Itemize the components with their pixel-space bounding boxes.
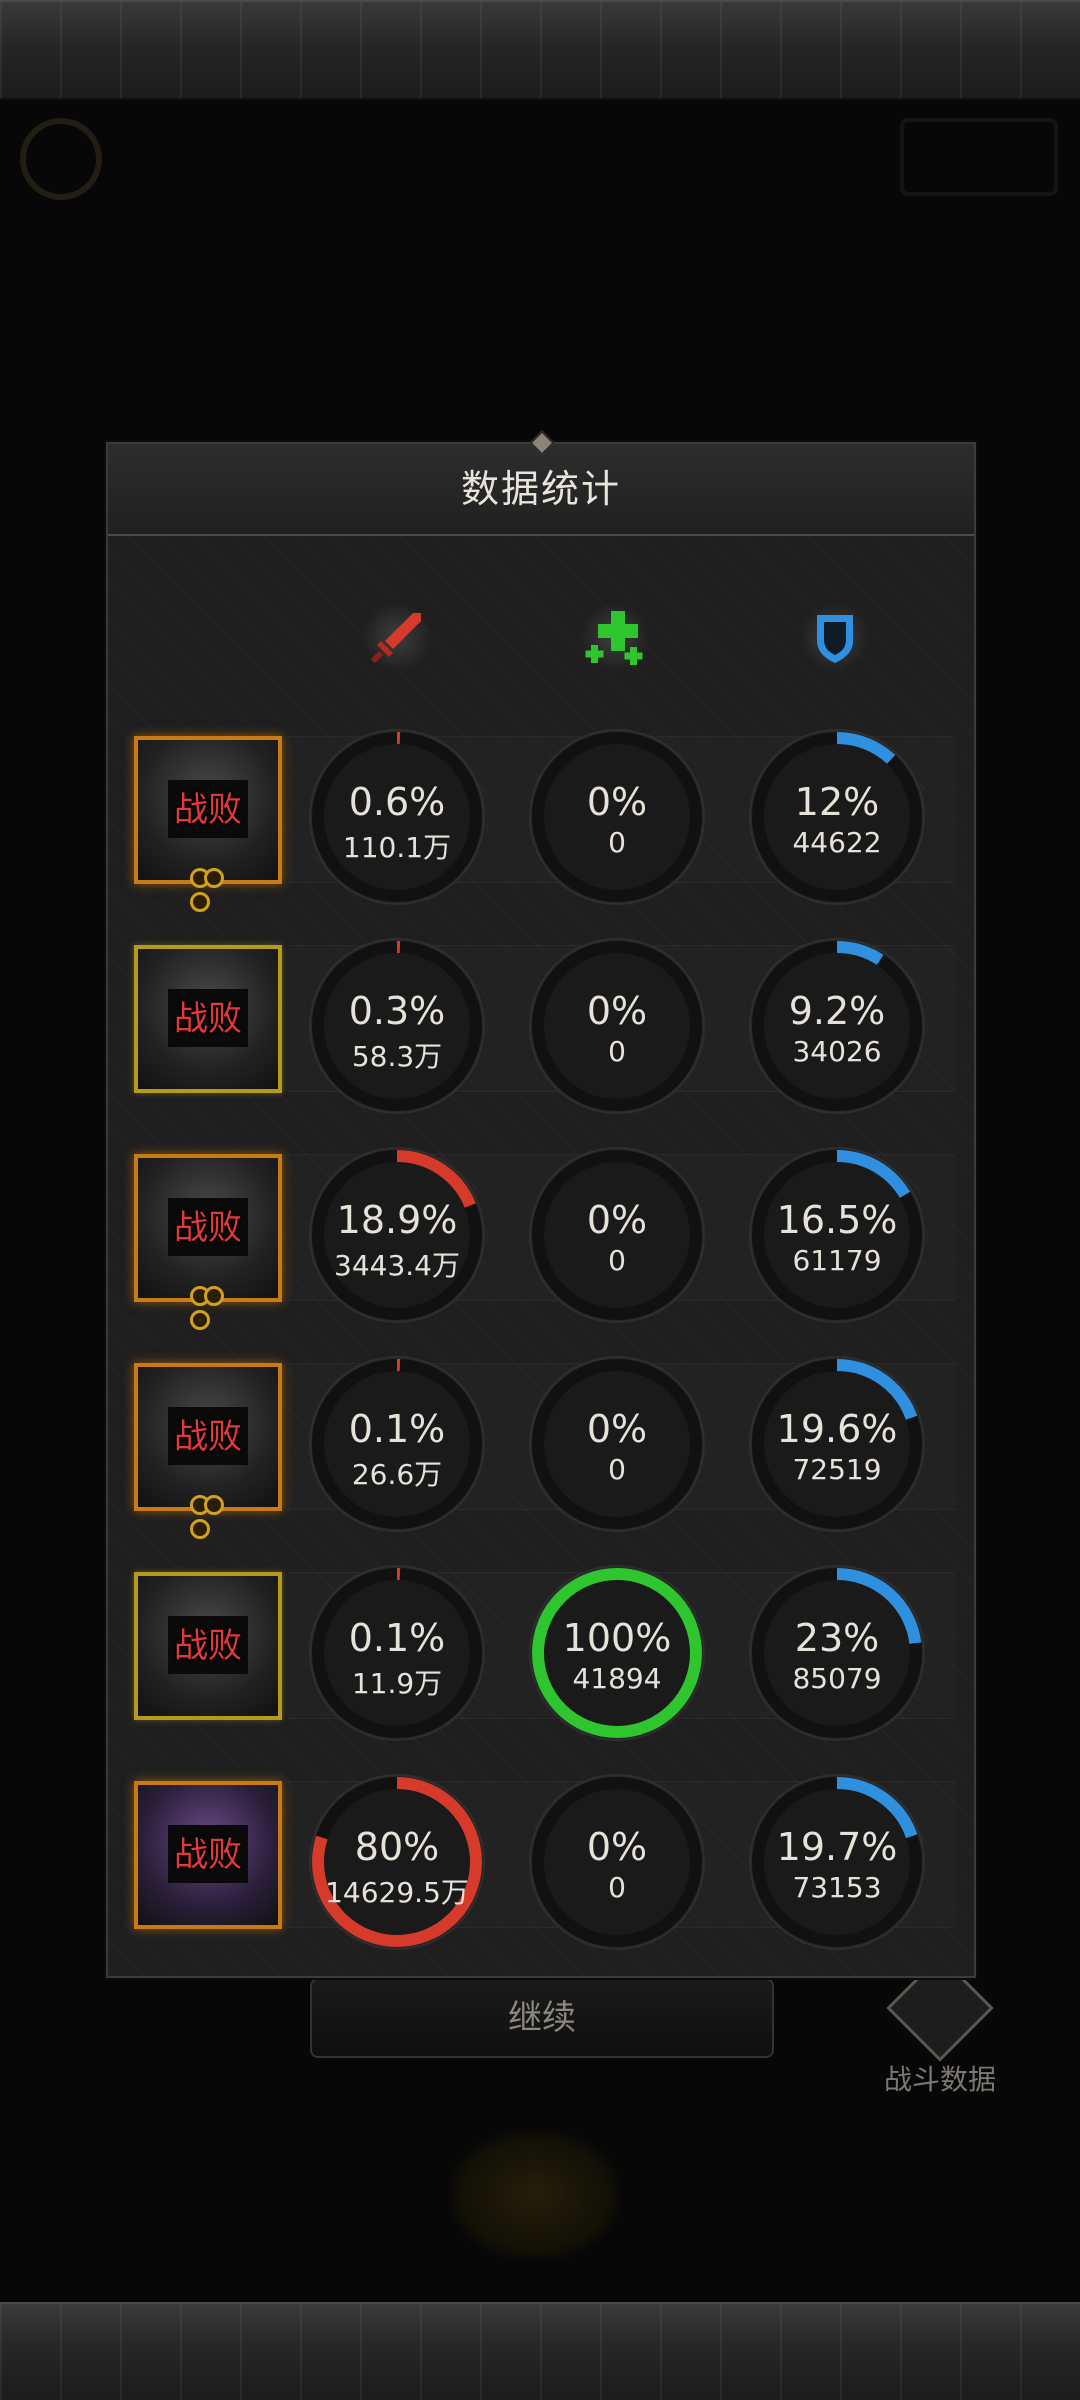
- stats-panel: 数据统计 战败 0.6% 110.1万 0% 0 12% 44622 战败 0.…: [106, 430, 976, 1978]
- stat-value: 58.3万: [351, 1040, 443, 1073]
- rank-rings-icon: [190, 1286, 230, 1330]
- stat-percent: 19.6%: [776, 1407, 898, 1451]
- stat-percent: 0%: [586, 780, 648, 824]
- stat-percent: 0%: [586, 1407, 648, 1451]
- stat-value: 44622: [792, 826, 882, 859]
- stat-value: 73153: [792, 1871, 882, 1904]
- stat-percent: 19.7%: [776, 1825, 898, 1869]
- battle-stats-screen: 继续 战斗数据 数据统计 战败 0.6% 110.1万 0% 0 12% 446…: [0, 0, 1080, 2400]
- stat-percent: 0%: [586, 1825, 648, 1869]
- stats-row: 战败 0.1% 26.6万 0% 0 19.6% 72519: [108, 1341, 974, 1539]
- bottom-decorative-bar: [0, 2302, 1080, 2400]
- stat-percent: 23%: [794, 1616, 880, 1660]
- heal-stat: 0% 0: [528, 728, 706, 906]
- defeated-label: 战败: [174, 790, 242, 830]
- stat-value: 0: [608, 1871, 626, 1904]
- stats-row: 战败 0.3% 58.3万 0% 0 9.2% 34026: [108, 923, 974, 1115]
- battle-data-button[interactable]: 战斗数据: [880, 1954, 1000, 2096]
- panel-body: 战败 0.6% 110.1万 0% 0 12% 44622 战败 0.3% 58.3万 0% 0 9.2…: [108, 536, 974, 1976]
- damage-column-header: [352, 592, 442, 682]
- damage-stat: 0.6% 110.1万: [308, 728, 486, 906]
- bottom-emblem: [450, 2130, 620, 2260]
- stat-value: 85079: [792, 1662, 882, 1695]
- heal-stat: 100% 41894: [528, 1564, 706, 1742]
- stat-value: 72519: [792, 1453, 882, 1486]
- sword-icon: [371, 613, 421, 663]
- tank-stat: 9.2% 34026: [748, 937, 926, 1115]
- damage-stat: 18.9% 3443.4万: [308, 1146, 486, 1324]
- tank-stat: 23% 85079: [748, 1564, 926, 1742]
- stat-value: 0: [608, 826, 626, 859]
- stat-value: 41894: [572, 1662, 662, 1695]
- header-gem-ornament: [529, 430, 555, 456]
- panel-title: 数据统计: [460, 467, 621, 511]
- battle-data-label: 战斗数据: [883, 2063, 996, 2096]
- stat-value: 26.6万: [351, 1458, 443, 1491]
- stats-row: 战败 80% 14629.5万 0% 0 19.7% 73153: [108, 1759, 974, 1951]
- stat-percent: 0.1%: [348, 1616, 446, 1660]
- hero-portrait[interactable]: 战败: [134, 1781, 282, 1929]
- shield-icon: [817, 615, 853, 663]
- hero-portrait[interactable]: 战败: [134, 945, 282, 1093]
- stat-percent: 0.6%: [348, 780, 446, 824]
- heal-stat: 0% 0: [528, 1355, 706, 1533]
- stat-percent: 9.2%: [788, 989, 886, 1033]
- rank-rings-icon: [190, 868, 230, 912]
- heal-stat: 0% 0: [528, 1773, 706, 1951]
- defeated-label: 战败: [174, 1417, 242, 1457]
- stat-percent: 80%: [354, 1825, 440, 1869]
- heal-plus-icon: [585, 611, 643, 665]
- stat-value: 14629.5万: [325, 1876, 469, 1909]
- stat-percent: 100%: [562, 1616, 672, 1660]
- hero-portrait[interactable]: 战败: [134, 736, 282, 912]
- defeated-label: 战败: [174, 1835, 242, 1875]
- continue-button[interactable]: 继续: [310, 1978, 774, 2058]
- stats-row: 战败 18.9% 3443.4万 0% 0 16.5% 61179: [108, 1132, 974, 1330]
- damage-stat: 80% 14629.5万: [308, 1773, 486, 1951]
- tank-column-header: [790, 592, 880, 682]
- stat-percent: 18.9%: [336, 1198, 458, 1242]
- top-decorative-bar: [0, 0, 1080, 100]
- hero-portrait[interactable]: 战败: [134, 1572, 282, 1720]
- panel-header: 数据统计: [108, 430, 974, 536]
- stat-percent: 12%: [794, 780, 880, 824]
- stat-value: 0: [608, 1244, 626, 1277]
- stat-percent: 0.3%: [348, 989, 446, 1033]
- stat-value: 110.1万: [342, 831, 452, 864]
- tank-stat: 19.7% 73153: [748, 1773, 926, 1951]
- defeated-label: 战败: [174, 1626, 242, 1666]
- defeated-label: 战败: [174, 1208, 242, 1248]
- stat-value: 0: [608, 1453, 626, 1486]
- heal-column-header: [570, 592, 660, 682]
- stat-percent: 0.1%: [348, 1407, 446, 1451]
- stat-value: 0: [608, 1035, 626, 1068]
- tank-stat: 16.5% 61179: [748, 1146, 926, 1324]
- stat-value: 61179: [792, 1244, 882, 1277]
- hero-portrait[interactable]: 战败: [134, 1363, 282, 1539]
- damage-stat: 0.1% 26.6万: [308, 1355, 486, 1533]
- background-logo: [20, 118, 102, 200]
- stat-value: 3443.4万: [334, 1249, 460, 1282]
- stat-value: 11.9万: [351, 1667, 443, 1700]
- hero-portrait[interactable]: 战败: [134, 1154, 282, 1330]
- stat-value: 34026: [792, 1035, 882, 1068]
- damage-stat: 0.3% 58.3万: [308, 937, 486, 1115]
- stat-percent: 0%: [586, 989, 648, 1033]
- stats-row: 战败 0.6% 110.1万 0% 0 12% 44622: [108, 714, 974, 912]
- heal-stat: 0% 0: [528, 937, 706, 1115]
- background-top-right-element: [900, 118, 1058, 196]
- heal-stat: 0% 0: [528, 1146, 706, 1324]
- tank-stat: 12% 44622: [748, 728, 926, 906]
- defeated-label: 战败: [174, 999, 242, 1039]
- damage-stat: 0.1% 11.9万: [308, 1564, 486, 1742]
- tank-stat: 19.6% 72519: [748, 1355, 926, 1533]
- stats-row: 战败 0.1% 11.9万 100% 41894 23% 85079: [108, 1550, 974, 1742]
- rank-rings-icon: [190, 1495, 230, 1539]
- stat-percent: 0%: [586, 1198, 648, 1242]
- stat-percent: 16.5%: [776, 1198, 898, 1242]
